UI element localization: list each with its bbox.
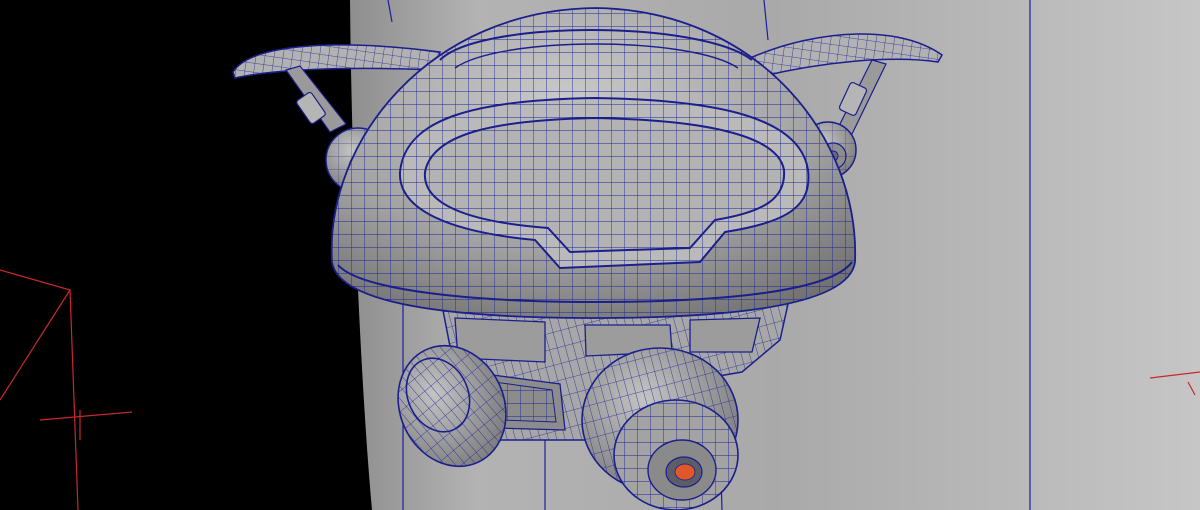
3d-viewport[interactable] — [0, 0, 1200, 510]
eye-lens-icon[interactable] — [674, 463, 696, 481]
viewport-scene[interactable] — [0, 0, 1200, 510]
